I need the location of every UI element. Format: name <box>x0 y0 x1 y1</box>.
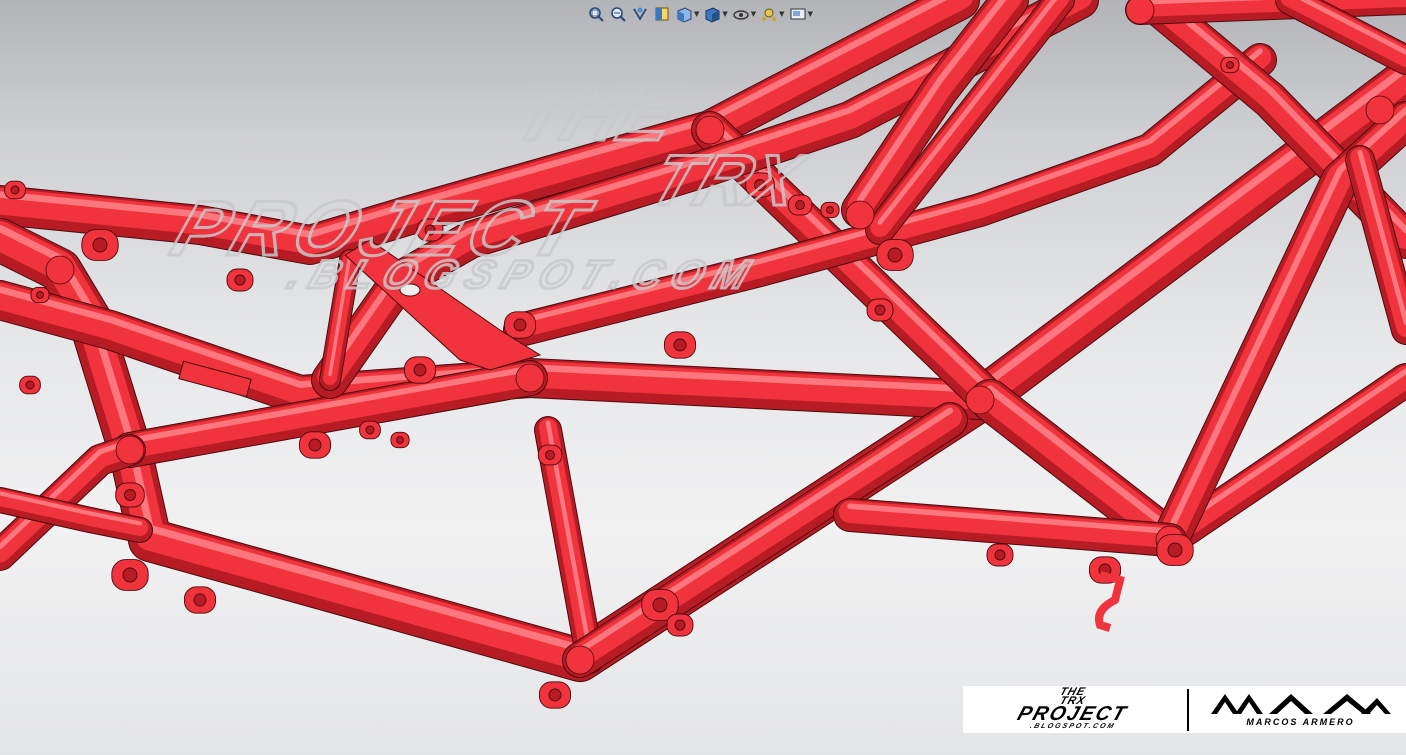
mounting-hole <box>122 567 138 583</box>
tube-joint[interactable] <box>115 435 145 465</box>
zoom-to-area-icon <box>611 7 626 22</box>
armero-mark-icon <box>1210 694 1391 714</box>
mounting-hole <box>234 274 246 286</box>
logo-author-name: MARCOS ARMERO <box>1246 717 1355 727</box>
tube-joint[interactable] <box>515 363 545 393</box>
chevron-down-icon: ▼ <box>694 10 700 18</box>
mounting-hole <box>193 593 207 607</box>
chevron-down-icon: ▼ <box>779 10 785 18</box>
tube-joint[interactable] <box>1365 95 1395 125</box>
logo-line4: .BLOGSPOT.COM <box>1028 723 1116 730</box>
mounting-hole <box>36 291 44 299</box>
frame-tube-highlight <box>986 385 1174 533</box>
chevron-down-icon: ▼ <box>807 10 813 18</box>
tube-joint[interactable] <box>45 255 75 285</box>
view-orientation-button[interactable]: ▼ <box>674 3 700 25</box>
hide-show-items-button[interactable]: ▼ <box>731 3 757 25</box>
mounting-hole <box>673 338 687 352</box>
mounting-hole <box>548 688 562 702</box>
mounting-hole <box>874 304 886 316</box>
mounting-hole <box>10 185 20 195</box>
frame-tube-body <box>568 404 962 669</box>
mounting-hole <box>674 619 686 631</box>
section-view-button[interactable] <box>652 3 672 25</box>
logo-divider <box>1187 688 1189 731</box>
mounting-hole <box>124 489 136 501</box>
tube-joint[interactable] <box>1125 0 1155 25</box>
chevron-down-icon: ▼ <box>722 10 728 18</box>
mounting-hole <box>994 549 1006 561</box>
trx-project-logo: THE TRX PROJECT .BLOGSPOT.COM <box>963 686 1181 733</box>
section-view-icon <box>655 7 669 21</box>
mounting-hole <box>652 597 668 613</box>
marcos-armero-logo: MARCOS ARMERO <box>1195 686 1406 733</box>
apply-scene-button[interactable]: ▼ <box>788 3 814 25</box>
mounting-hole <box>887 247 903 263</box>
logo-strip: THE TRX PROJECT .BLOGSPOT.COM MARCOS ARM… <box>963 686 1406 733</box>
display-style-button[interactable]: ▼ <box>702 3 728 25</box>
mounting-hole <box>513 318 527 332</box>
mounting-hole <box>413 363 427 377</box>
zoom-to-fit-icon <box>589 7 604 22</box>
mounting-hole <box>1167 542 1183 558</box>
heads-up-view-toolbar: ▼ ▼ ▼ ▼ ▼ <box>586 2 814 26</box>
mounting-hole <box>396 436 404 444</box>
hide-show-items-icon <box>733 10 749 20</box>
mounting-hole <box>365 425 375 435</box>
frame-model[interactable] <box>0 0 1406 755</box>
edit-appearance-icon <box>761 8 777 22</box>
mounting-hole <box>545 450 555 460</box>
frame-tubes[interactable] <box>0 0 1406 682</box>
mounting-hole <box>1226 61 1234 69</box>
display-style-icon <box>705 7 720 23</box>
tube-joint[interactable] <box>965 385 995 415</box>
mounting-hole <box>25 380 35 390</box>
previous-view-icon <box>633 7 647 21</box>
chevron-down-icon: ▼ <box>750 10 757 18</box>
mounting-hole <box>92 237 108 253</box>
edit-appearance-button[interactable]: ▼ <box>759 3 785 25</box>
mounting-hole <box>308 438 322 452</box>
tube-joint[interactable] <box>845 200 875 230</box>
mounting-hole <box>754 179 766 191</box>
mounting-hole <box>826 206 834 214</box>
mounting-hole <box>795 200 805 210</box>
logo-line3: PROJECT <box>1014 703 1130 725</box>
plate-hole <box>399 283 421 297</box>
graphics-viewport[interactable]: THE TRX PROJECT .BLOGSPOT.COM ▼ ▼ ▼ ▼ ▼ … <box>0 0 1406 755</box>
apply-scene-icon <box>790 8 806 20</box>
zoom-to-area-button[interactable] <box>608 3 628 25</box>
previous-view-button[interactable] <box>630 3 650 25</box>
view-orientation-icon <box>677 7 692 23</box>
tube-joint[interactable] <box>565 645 595 675</box>
mounting-hole <box>424 224 436 236</box>
tube-joint[interactable] <box>695 115 725 145</box>
zoom-to-fit-button[interactable] <box>586 3 606 25</box>
